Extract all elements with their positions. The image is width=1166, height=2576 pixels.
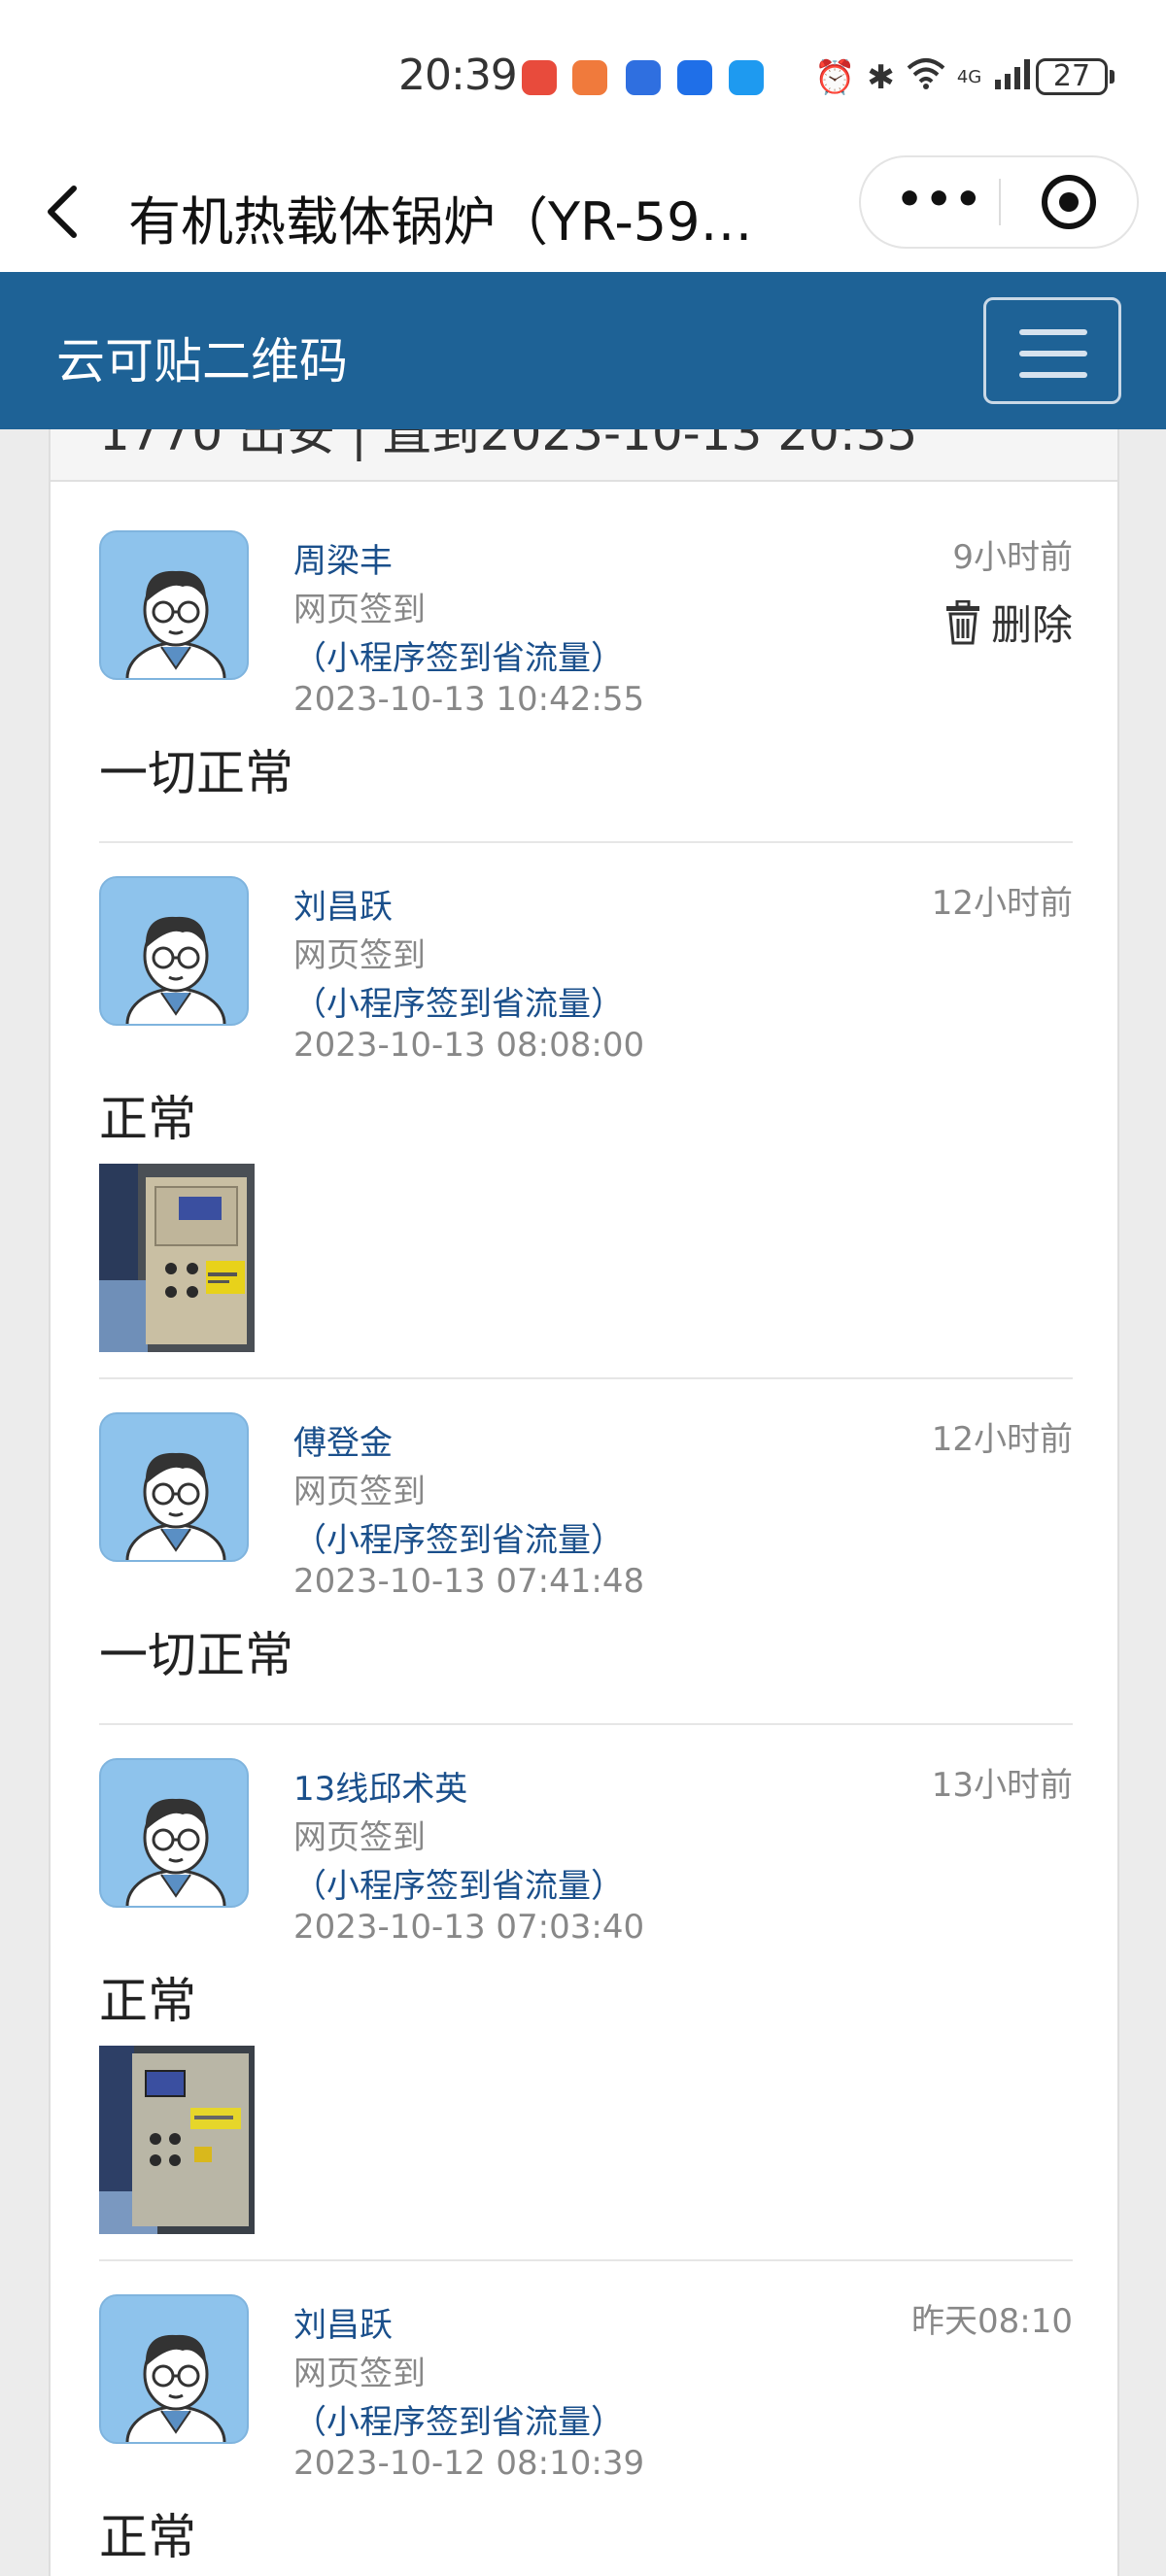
relative-time: 12小时前 <box>931 884 1073 923</box>
notification-app-icon <box>626 60 661 95</box>
miniprogram-link[interactable]: （小程序签到省流量） <box>293 1513 624 1561</box>
more-options-icon[interactable]: ••• <box>896 175 983 224</box>
signal-icon <box>993 56 1036 98</box>
photo-thumbnail[interactable] <box>99 2046 255 2234</box>
sign-type: 网页签到 <box>293 936 426 975</box>
entry-divider <box>99 841 1073 843</box>
user-name[interactable]: 刘昌跃 <box>293 2298 393 2346</box>
entry-divider <box>99 1377 1073 1379</box>
page-title: 有机热载体锅炉（YR-59… <box>128 191 753 253</box>
card-header-text: 1770 出安 | 直到2023-10-13 20:35 <box>99 429 918 461</box>
relative-time: 13小时前 <box>931 1766 1073 1805</box>
message-icon <box>729 60 764 95</box>
record-entry: 周梁丰 网页签到 （小程序签到省流量） 2023-10-13 10:42:55 … <box>99 530 1073 801</box>
status-indicators: ⏰ ✱ 4G <box>814 56 1036 98</box>
close-miniprogram-icon[interactable] <box>1042 175 1096 229</box>
miniprogram-link[interactable]: （小程序签到省流量） <box>293 977 624 1025</box>
remark-text: 正常 <box>99 1091 196 1147</box>
photo-thumbnail[interactable] <box>99 1164 255 1352</box>
miniprogram-link[interactable]: （小程序签到省流量） <box>293 631 624 679</box>
record-entry: 傅登金 网页签到 （小程序签到省流量） 2023-10-13 07:41:48 … <box>99 1412 1073 1683</box>
battery-icon: 27 <box>1036 58 1108 95</box>
avatar[interactable] <box>99 1758 249 1908</box>
alarm-icon: ⏰ <box>814 57 856 97</box>
sign-type: 网页签到 <box>293 1473 426 1511</box>
navigation-bar: 有机热载体锅炉（YR-59… ••• <box>0 155 1166 272</box>
user-name[interactable]: 13线邱术英 <box>293 1762 467 1810</box>
record-entry: 刘昌跃 网页签到 （小程序签到省流量） 2023-10-13 08:08:00 … <box>99 876 1073 1381</box>
user-name[interactable]: 周梁丰 <box>293 534 393 582</box>
user-name[interactable]: 刘昌跃 <box>293 880 393 928</box>
bluetooth-icon: ✱ <box>867 57 895 97</box>
sign-time: 2023-10-13 10:42:55 <box>293 680 645 719</box>
menu-line <box>1019 372 1087 378</box>
relative-time: 9小时前 <box>952 538 1073 577</box>
hamburger-menu-button[interactable] <box>983 297 1121 404</box>
remark-text: 一切正常 <box>99 745 293 801</box>
remark-text: 正常 <box>99 1973 196 2029</box>
remark-text: 一切正常 <box>99 1627 293 1683</box>
user-name[interactable]: 傅登金 <box>293 1416 393 1464</box>
avatar[interactable] <box>99 530 249 680</box>
battery-tip <box>1110 70 1115 84</box>
sign-type: 网页签到 <box>293 591 426 629</box>
sign-time: 2023-10-13 07:41:48 <box>293 1562 645 1601</box>
sign-type: 网页签到 <box>293 1818 426 1857</box>
sign-type: 网页签到 <box>293 2355 426 2393</box>
status-bar: 20:39 ⏰ ✱ 4G 27 <box>0 0 1166 155</box>
record-entry: 13线邱术英 网页签到 （小程序签到省流量） 2023-10-13 07:03:… <box>99 1758 1073 2263</box>
entry-divider <box>99 1723 1073 1725</box>
alipay-icon <box>677 60 712 95</box>
miniprogram-link[interactable]: （小程序签到省流量） <box>293 1859 624 1907</box>
card-header: 1770 出安 | 直到2023-10-13 20:35 <box>51 429 1117 482</box>
delete-label: 删除 <box>990 601 1073 649</box>
avatar[interactable] <box>99 876 249 1026</box>
capsule-divider <box>999 179 1001 225</box>
miniprogram-link[interactable]: （小程序签到省流量） <box>293 2395 624 2443</box>
sign-time: 2023-10-12 08:10:39 <box>293 2444 645 2483</box>
avatar[interactable] <box>99 1412 249 1562</box>
brand-title[interactable]: 云可贴二维码 <box>56 322 348 392</box>
sign-time: 2023-10-13 07:03:40 <box>293 1908 645 1947</box>
wifi-icon <box>907 56 945 98</box>
relative-time: 12小时前 <box>931 1420 1073 1459</box>
site-header: 云可贴二维码 <box>0 272 1166 429</box>
delete-button[interactable]: 删除 <box>944 593 1073 652</box>
record-entry: 刘昌跃 网页签到 （小程序签到省流量） 2023-10-12 08:10:39 … <box>99 2294 1073 2576</box>
back-icon[interactable] <box>43 183 82 241</box>
avatar[interactable] <box>99 2294 249 2444</box>
notification-app-icon <box>572 60 607 95</box>
trash-icon <box>945 599 979 644</box>
entry-divider <box>99 2259 1073 2261</box>
network-label: 4G <box>956 66 982 87</box>
menu-line <box>1019 329 1087 335</box>
status-time: 20:39 <box>398 51 518 100</box>
sign-time: 2023-10-13 08:08:00 <box>293 1026 645 1065</box>
relative-time: 昨天08:10 <box>911 2302 1073 2341</box>
notification-app-icon <box>522 60 557 95</box>
remark-text: 正常 <box>99 2509 196 2565</box>
menu-line <box>1019 351 1087 356</box>
record-card: 1770 出安 | 直到2023-10-13 20:35 周梁丰 网页签到 （小… <box>49 429 1119 2576</box>
